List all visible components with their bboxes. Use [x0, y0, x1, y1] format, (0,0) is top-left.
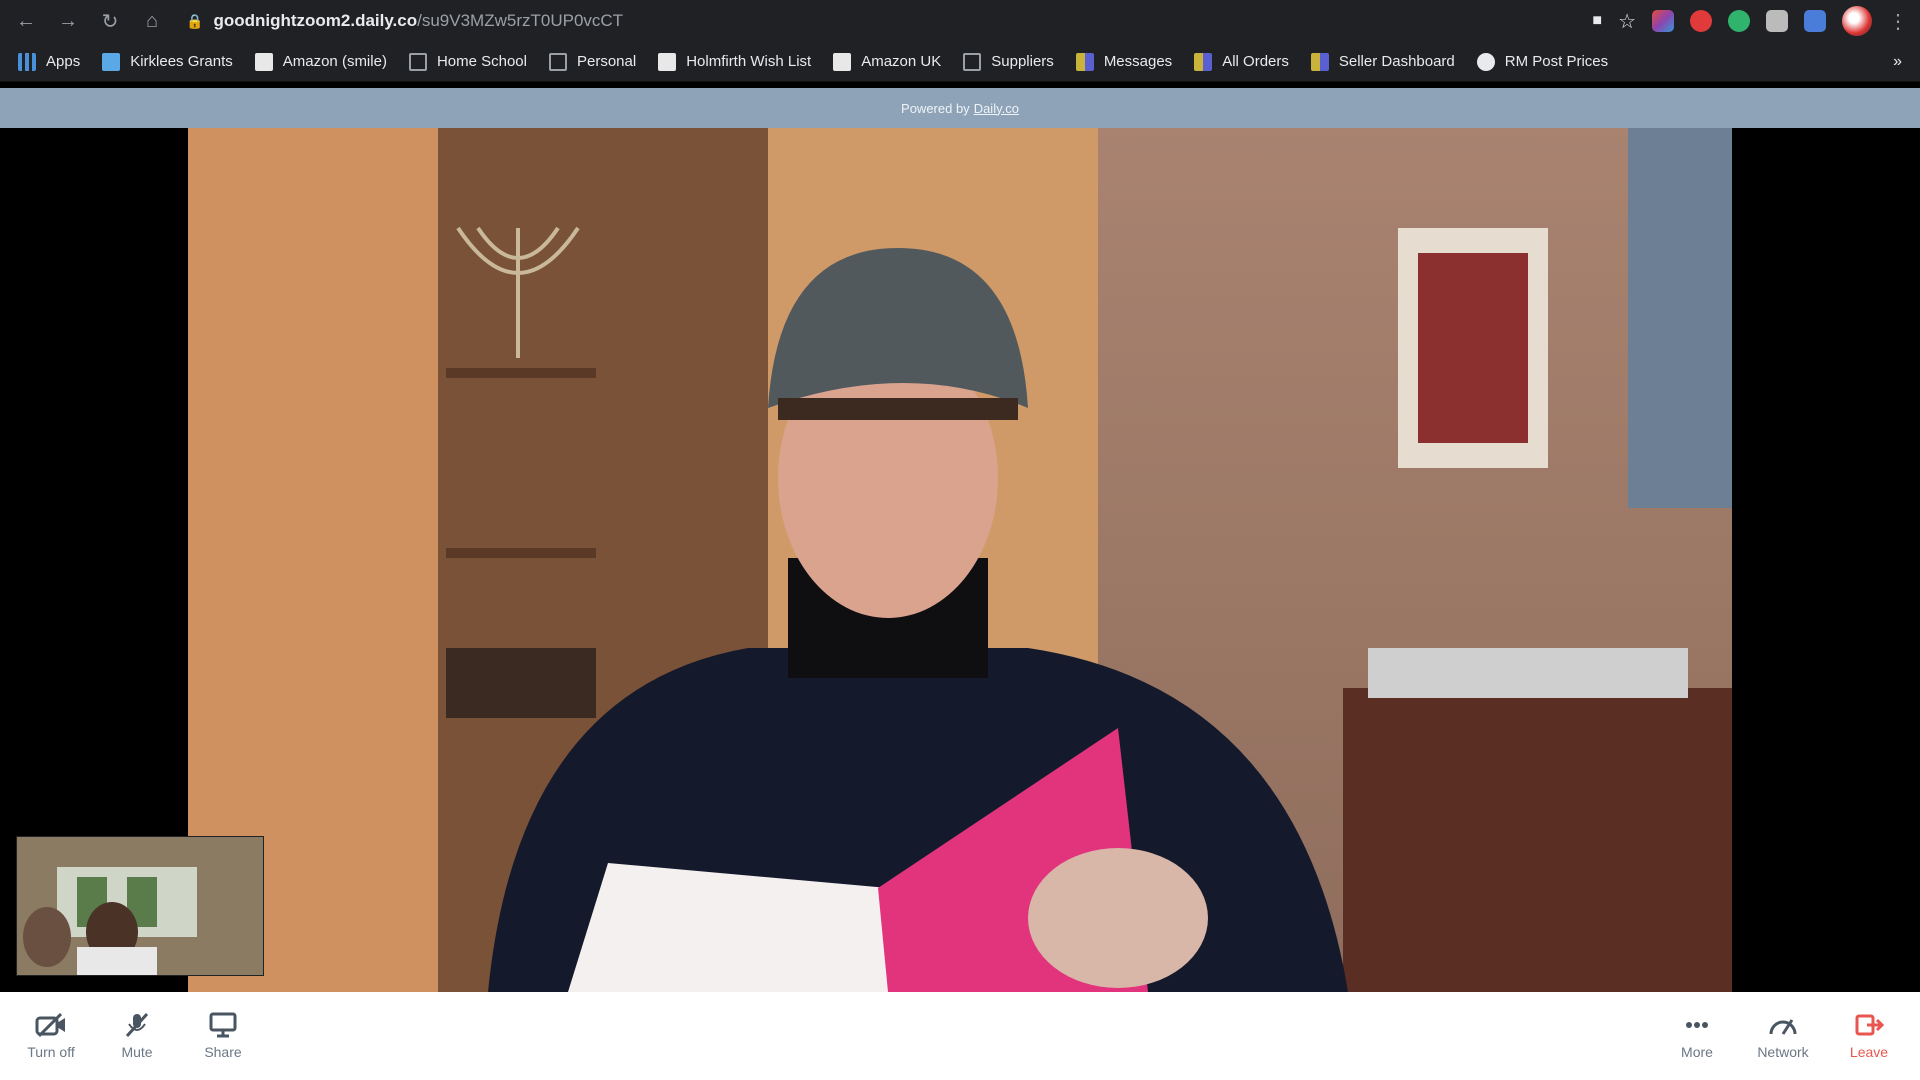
- camera-off-icon: [35, 1012, 65, 1038]
- call-controls-tray: Turn off Mute Share More Network Leave: [0, 992, 1920, 1080]
- mute-label: Mute: [121, 1044, 153, 1060]
- powered-by-text: Powered by: [901, 100, 970, 116]
- network-gauge-icon: [1769, 1019, 1797, 1035]
- extension-icon[interactable]: [1652, 10, 1674, 32]
- more-button[interactable]: More: [1654, 1012, 1740, 1060]
- leave-button[interactable]: Leave: [1826, 1012, 1912, 1060]
- leave-label: Leave: [1849, 1044, 1889, 1060]
- home-icon[interactable]: ⌂: [138, 7, 166, 35]
- folder-icon: [963, 52, 982, 71]
- orders-icon: [1194, 52, 1213, 71]
- url-path: /su9V3MZw5rzT0UP0vcCT: [417, 11, 624, 30]
- extension-icon[interactable]: [1728, 10, 1750, 32]
- browser-menu-icon[interactable]: ⋮: [1888, 9, 1908, 34]
- kirklees-icon: [102, 52, 121, 71]
- bookmark-item[interactable]: Amazon UK: [833, 52, 941, 71]
- amazon-icon: [254, 52, 273, 71]
- bookmark-item[interactable]: Kirklees Grants: [102, 52, 233, 71]
- bookmark-star-icon[interactable]: ☆: [1618, 9, 1636, 34]
- daily-link[interactable]: Daily.co: [974, 101, 1019, 116]
- self-view-frame: [17, 837, 263, 975]
- reload-icon[interactable]: ↻: [96, 7, 124, 35]
- bookmarks-overflow-icon[interactable]: »: [1893, 53, 1902, 71]
- bookmark-item[interactable]: Holmfirth Wish List: [658, 52, 811, 71]
- remote-video-frame: [188, 128, 1732, 992]
- bookmark-item[interactable]: Amazon (smile): [254, 52, 387, 71]
- seller-icon: [1310, 52, 1329, 71]
- browser-toolbar: ← → ↻ ⌂ 🔒 goodnightzoom2.daily.co/su9V3M…: [0, 0, 1920, 42]
- mic-off-icon: [125, 1012, 149, 1038]
- share-button[interactable]: Share: [180, 1012, 266, 1060]
- camera-toggle-label: Turn off: [27, 1044, 75, 1060]
- leave-icon: [1855, 1014, 1885, 1036]
- bookmark-item[interactable]: Apps: [18, 52, 80, 71]
- messages-icon: [1075, 52, 1094, 71]
- bookmark-item[interactable]: RM Post Prices: [1476, 52, 1608, 71]
- more-dots-icon: [1686, 1022, 1708, 1028]
- folder-icon: [408, 52, 427, 71]
- more-label: More: [1681, 1044, 1713, 1060]
- bookmark-item[interactable]: Suppliers: [963, 52, 1054, 71]
- amazon-icon: [833, 52, 852, 71]
- forward-arrow-icon[interactable]: →: [54, 7, 82, 35]
- camera-indicator-icon[interactable]: ■: [1592, 12, 1602, 30]
- video-area: [0, 128, 1920, 992]
- bookmark-item[interactable]: Messages: [1075, 52, 1172, 71]
- amazon-icon: [658, 52, 677, 71]
- mute-button[interactable]: Mute: [94, 1012, 180, 1060]
- address-bar[interactable]: 🔒 goodnightzoom2.daily.co/su9V3MZw5rzT0U…: [180, 6, 1593, 36]
- lock-icon: 🔒: [186, 12, 204, 29]
- profile-avatar[interactable]: [1842, 6, 1872, 36]
- bookmark-item[interactable]: Seller Dashboard: [1310, 52, 1455, 71]
- bookmark-item[interactable]: All Orders: [1194, 52, 1289, 71]
- back-arrow-icon[interactable]: ←: [12, 7, 40, 35]
- extension-icon[interactable]: [1690, 10, 1712, 32]
- camera-toggle-button[interactable]: Turn off: [8, 1012, 94, 1060]
- screen-share-icon: [209, 1012, 237, 1038]
- network-label: Network: [1757, 1044, 1809, 1060]
- url-host: goodnightzoom2.daily.co: [213, 11, 418, 30]
- powered-by-banner: Powered by Daily.co: [0, 88, 1920, 128]
- bookmarks-bar: Apps Kirklees Grants Amazon (smile) Home…: [0, 42, 1920, 82]
- bookmark-item[interactable]: Personal: [548, 52, 636, 71]
- network-button[interactable]: Network: [1740, 1012, 1826, 1060]
- folder-icon: [548, 52, 567, 71]
- bookmark-item[interactable]: Home School: [408, 52, 527, 71]
- extension-icon[interactable]: [1804, 10, 1826, 32]
- extension-icon[interactable]: [1766, 10, 1788, 32]
- local-self-view[interactable]: [16, 836, 264, 976]
- apps-grid-icon: [18, 52, 36, 71]
- globe-icon: [1476, 52, 1495, 71]
- share-label: Share: [204, 1044, 242, 1060]
- remote-video-tile: [188, 128, 1732, 992]
